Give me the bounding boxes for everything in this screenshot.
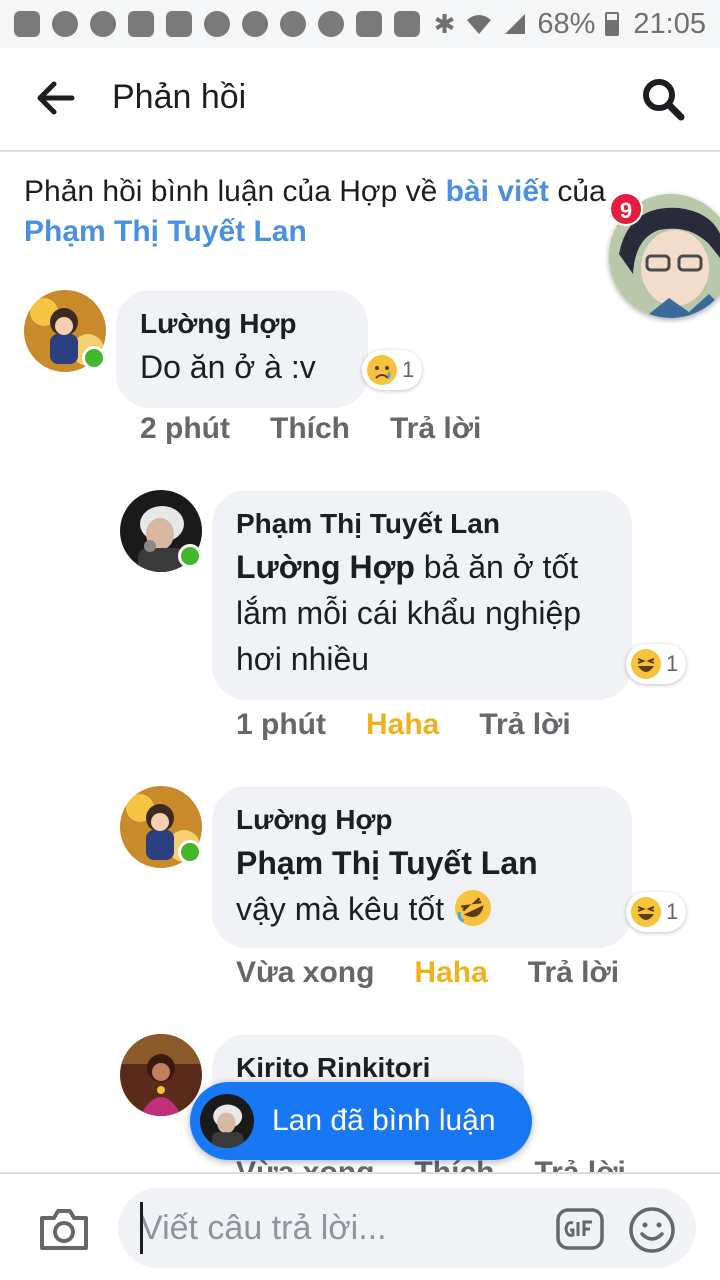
back-arrow-icon[interactable] [34,76,78,120]
pinwheel-icon [318,11,344,37]
author-link[interactable]: Phạm Thị Tuyết Lan [24,215,307,248]
reply-context: Phản hồi bình luận của Hợp về bài viết c… [24,172,664,252]
comment-author[interactable]: Lường Hợp [236,800,608,840]
reaction-number: 1 [666,651,679,676]
rolling-laughing-emoji-icon [454,890,491,926]
signal-icon [505,14,526,34]
battery-icon [605,12,620,36]
add-friend-icon [166,11,192,37]
battery-percent: 68% [537,7,596,40]
messenger-icon [280,11,306,37]
reply-button[interactable]: Trả lời [528,956,619,990]
system-icons: ✱ 68% 21:05 [434,8,706,41]
mention-link[interactable]: Phạm Thị Tuyết Lan [236,845,538,881]
comment-time: 1 phút [236,708,326,741]
youtube-icon [128,11,154,37]
toast-text: Lan đã bình luận [272,1104,496,1137]
search-icon[interactable] [640,76,686,122]
reaction-count[interactable]: 1 [626,644,687,684]
haha-button[interactable]: Haha [366,708,439,742]
comment-bubble[interactable]: Lường Hợp Phạm Thị Tuyết Lan vậy mà kêu t… [212,786,632,948]
app-bar: Phản hồi [0,48,720,152]
context-prefix: Phản hồi bình luận của Hợp về [24,175,446,208]
messages-icon [14,11,40,37]
camera-icon[interactable] [38,1206,90,1252]
mail-icon [356,11,382,37]
reaction-number: 1 [402,357,415,382]
comment-time: Vừa xong [236,956,375,989]
reaction-count[interactable]: 1 [626,892,687,932]
facebook-icon [242,11,268,37]
laughing-face-icon [631,897,661,927]
comment-bubble[interactable]: Phạm Thị Tuyết Lan Lường Hợp bả ăn ở tốt… [212,490,632,700]
comment-author[interactable]: Phạm Thị Tuyết Lan [236,504,608,544]
comment-author[interactable]: Lường Hợp [140,304,344,344]
context-middle: của [549,175,606,208]
comment-text: Lường Hợp bả ăn ở tốt lắm mỗi cái khẩu n… [236,544,608,682]
haha-button[interactable]: Haha [414,956,487,990]
reaction-count[interactable]: 1 [362,350,423,390]
status-bar: ✱ 68% 21:05 [0,0,720,48]
sad-face-icon [367,355,397,385]
avatar [200,1094,254,1148]
reply-button[interactable]: Trả lời [534,1156,625,1172]
app-root: ✱ 68% 21:05 Phản hồi Phản hồi bình luận … [0,0,720,1280]
reply-composer [0,1172,720,1280]
wifi-icon [467,15,492,34]
facebook-icon [204,11,230,37]
comment-actions: 1 phút Haha Trả lời [236,708,571,742]
gif-icon[interactable] [556,1208,604,1250]
messenger-icon [90,11,116,37]
text-caret [140,1202,143,1254]
mention-link[interactable]: Lường Hợp [236,549,415,585]
add-friend-icon [394,11,420,37]
reply-input[interactable] [118,1188,696,1268]
emoji-icon[interactable] [628,1206,676,1254]
comment-time: 2 phút [140,412,230,445]
comment-text: Phạm Thị Tuyết Lan vậy mà kêu tốt [236,840,608,932]
reply-button[interactable]: Trả lời [390,412,481,446]
comment-text: Do ăn ở à :v [140,349,316,385]
comment-actions: Vừa xong Haha Trả lời [236,956,619,990]
notification-badge: 9 [609,192,643,226]
comment-bubble[interactable]: Lường Hợp Do ăn ở à :v [116,290,368,408]
page-title: Phản hồi [112,78,247,116]
avatar[interactable] [120,1034,202,1116]
reaction-number: 1 [666,899,679,924]
online-indicator [178,840,202,864]
bluetooth-icon: ✱ [433,8,456,39]
online-indicator [178,544,202,568]
clock: 21:05 [633,7,706,40]
reply-button[interactable]: Trả lời [479,708,570,742]
online-indicator [82,346,106,370]
laughing-face-icon [631,649,661,679]
comment-actions: 2 phút Thích Trả lời [140,412,481,446]
facebook-icon [52,11,78,37]
comment-body: vậy mà kêu tốt [236,891,453,927]
notification-icons [14,11,420,37]
new-comment-toast[interactable]: Lan đã bình luận [190,1082,532,1160]
like-button[interactable]: Thích [270,412,350,446]
post-link[interactable]: bài viết [446,175,549,208]
